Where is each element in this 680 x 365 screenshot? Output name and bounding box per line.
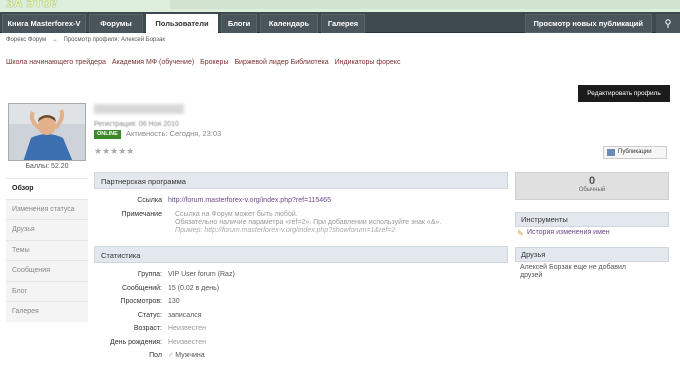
sidebar-item-blog[interactable]: Блог [6, 280, 88, 301]
stats-section-header: Статистика [94, 246, 508, 263]
stats-value: VIP User forum (Raz) [168, 271, 235, 278]
reputation-value: 0 [588, 175, 596, 187]
stats-label: Статус: [137, 311, 162, 319]
friends-empty-text-2: друзей [520, 272, 543, 279]
link-school[interactable]: Школа начинающего трейдера [6, 59, 106, 66]
avatar [8, 103, 86, 161]
breadcrumb: Форекс Форум → Просмотр профиля: Алексей… [6, 37, 169, 43]
pin-icon[interactable] [656, 14, 680, 33]
stats-label: Сообщений: [121, 284, 162, 292]
link-academy[interactable]: Академия МФ (обучение) [112, 59, 194, 66]
top-banner[interactable]: ЗА ЭТО? [0, 0, 680, 12]
reputation-label: Обычный [578, 187, 606, 193]
name-history-link[interactable]: ✎ История изменения имен [517, 229, 610, 238]
publications-button[interactable]: Публикации [603, 146, 667, 159]
banner-strip [170, 0, 680, 9]
view-new-posts-link[interactable]: Просмотр новых публикаций [524, 14, 652, 33]
stats-label: Пол [149, 352, 162, 359]
tab-users[interactable]: Пользователи [146, 14, 218, 33]
reputation-box: 0 Обычный [515, 172, 669, 200]
friends-header: Друзья [515, 247, 669, 262]
stats-label: День рождения: [110, 338, 162, 346]
activity-text: Активность: Сегодня, 23:03 [126, 129, 222, 138]
profile-sidebar: Обзор Изменения статуса Друзья Темы Сооб… [6, 178, 88, 322]
name-history-label: История изменения имен [527, 229, 610, 236]
tab-blogs[interactable]: Блоги [221, 14, 257, 33]
stats-value: 15 (0.02 в день) [168, 284, 220, 292]
stats-value: записался [168, 311, 202, 319]
gender-value: Мужчина [175, 352, 205, 359]
publications-label: Публикации [618, 149, 652, 155]
username-blurred [94, 104, 184, 114]
partner-note-line1: Ссылка на Форум может быть любой. [175, 211, 298, 218]
partner-section-header: Партнерская программа [94, 172, 508, 189]
tab-forums[interactable]: Форумы [89, 14, 143, 33]
link-indicators[interactable]: Индикаторы форекс [335, 59, 401, 66]
stats-label: Группа: [137, 271, 162, 278]
edit-profile-button[interactable]: Редактировать профиль [578, 85, 670, 102]
stats-value: ♂ Мужчина [168, 352, 205, 359]
link-brokers[interactable]: Брокеры [200, 59, 228, 66]
partner-note-label: Примечание [121, 211, 162, 218]
tab-calendar[interactable]: Календарь [260, 14, 318, 33]
sidebar-item-friends[interactable]: Друзья [6, 219, 88, 240]
main-nav: Книга Masterforex-V Форумы Пользователи … [0, 12, 680, 33]
partner-link-value[interactable]: http://forum.masterforex-v.org/index.php… [168, 197, 331, 204]
tools-header: Инструменты [515, 212, 669, 227]
pencil-icon: ✎ [517, 229, 524, 238]
friends-empty-text-1: Алексей Борзак еще не добавил [520, 264, 626, 271]
tab-gallery[interactable]: Галерея [321, 14, 365, 33]
stats-label: Возраст: [133, 325, 162, 332]
registration-date: Регистрация: 06 Ноя 2010 [94, 121, 179, 128]
breadcrumb-arrow-icon: → [51, 37, 58, 43]
stats-value: Неизвестен [168, 338, 206, 346]
link-library[interactable]: Биржевой лидер Библиотека [234, 59, 328, 66]
sidebar-item-messages[interactable]: Сообщения [6, 260, 88, 281]
publications-icon [607, 149, 615, 156]
sidebar-item-status-changes[interactable]: Изменения статуса [6, 198, 88, 219]
sidebar-item-topics[interactable]: Темы [6, 239, 88, 260]
promo-links: Школа начинающего трейдера Академия МФ (… [6, 59, 404, 66]
breadcrumb-current: Просмотр профиля: Алексей Борзак [63, 37, 166, 43]
partner-note-line3: Пример: http://forum.masterforex-v.org/i… [175, 227, 396, 234]
sidebar-item-overview[interactable]: Обзор [6, 178, 88, 199]
partner-note-line2: Обязательно наличие параметра «ref=2». П… [175, 219, 442, 226]
points-label: Баллы: 52.20 [25, 163, 69, 170]
stats-label: Просмотров: [120, 298, 162, 305]
male-icon: ♂ [168, 352, 174, 359]
sidebar-item-gallery[interactable]: Галерея [6, 301, 88, 322]
banner-text: ЗА ЭТО? [6, 0, 58, 10]
breadcrumb-forum-link[interactable]: Форекс Форум [6, 37, 46, 43]
online-badge: ONLINE [94, 130, 121, 139]
rating-stars[interactable]: ★★★★★ [94, 146, 134, 157]
tab-book[interactable]: Книга Masterforex-V [2, 14, 86, 33]
stats-value: 130 [168, 298, 180, 305]
partner-link-label: Ссылка [137, 197, 162, 204]
stats-value: Неизвестен [168, 325, 206, 332]
